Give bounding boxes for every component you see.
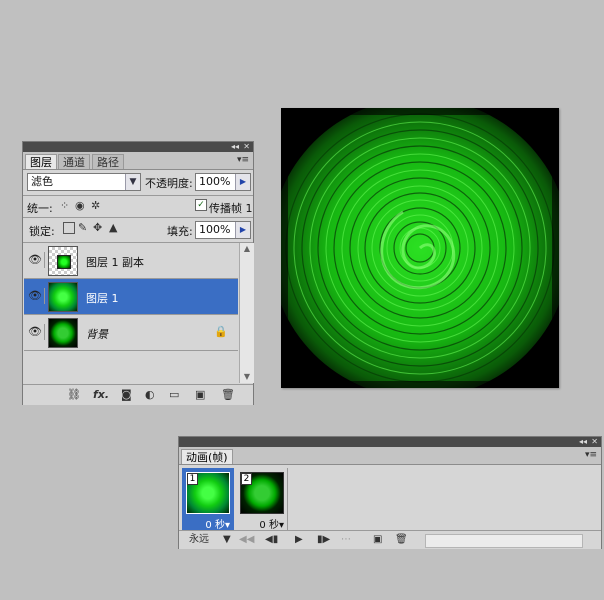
unify-visibility-icon[interactable]: ◉: [75, 200, 85, 212]
propagate-label: 传播帧 1: [209, 202, 253, 215]
tab-channels[interactable]: 通道: [58, 154, 90, 169]
scroll-down-icon[interactable]: ▼: [240, 371, 254, 383]
blend-mode-value: 滤色: [31, 175, 53, 188]
frame-number: 2: [241, 473, 252, 485]
link-icon[interactable]: ⛓: [67, 388, 81, 402]
lock-pixels-icon[interactable]: ✎: [78, 222, 87, 234]
opacity-label: 不透明度:: [145, 177, 193, 190]
first-frame-icon[interactable]: ◀◀: [239, 533, 254, 547]
spiral-image: [281, 108, 559, 388]
eye-icon[interactable]: 👁: [26, 324, 45, 340]
collapse-icon[interactable]: ◂◂: [579, 437, 587, 447]
layers-panel: ◂◂ ✕ 图层 通道 路径 ▾≡ 滤色 ▼ 不透明度: 100% ▶ 统一: ⁘…: [22, 141, 254, 405]
opacity-slider-icon[interactable]: ▶: [235, 174, 250, 190]
close-icon[interactable]: ✕: [591, 437, 598, 447]
loop-select[interactable]: 永远: [189, 533, 209, 547]
trash-icon[interactable]: 🗑: [221, 388, 235, 402]
frames-scrollbar[interactable]: [425, 534, 583, 548]
new-layer-icon[interactable]: ▣: [195, 388, 205, 402]
fill-value: 100%: [199, 223, 231, 236]
opacity-value: 100%: [199, 175, 231, 188]
layer-name[interactable]: 图层 1 副本: [86, 254, 144, 270]
panel-titlebar[interactable]: ◂◂ ✕: [23, 142, 253, 152]
fill-field[interactable]: 100% ▶: [195, 221, 251, 239]
tab-layers[interactable]: 图层: [25, 154, 57, 169]
layer-row[interactable]: 👁 背景 🔒: [24, 315, 238, 351]
lock-position-icon[interactable]: ✥: [93, 222, 102, 234]
chevron-down-icon[interactable]: ▼: [223, 533, 231, 547]
tab-paths[interactable]: 路径: [92, 154, 124, 169]
mask-icon[interactable]: ◙: [121, 388, 132, 402]
frame-delay[interactable]: 0 秒▾: [205, 516, 230, 531]
layer-name[interactable]: 图层 1: [86, 290, 119, 306]
opacity-field[interactable]: 100% ▶: [195, 173, 251, 191]
frame-2[interactable]: 2 0 秒▾: [236, 468, 288, 534]
animation-tabs: 动画(帧) ▾≡: [179, 447, 601, 465]
close-icon[interactable]: ✕: [243, 142, 250, 152]
layer-name[interactable]: 背景: [86, 326, 108, 342]
lock-transparency-icon[interactable]: [63, 222, 75, 234]
propagate-checkbox[interactable]: ✓: [195, 199, 207, 211]
previous-frame-icon[interactable]: ◀▮: [265, 533, 278, 547]
layer-row-selected[interactable]: 👁 图层 1: [24, 279, 238, 315]
fill-label: 填充:: [167, 225, 193, 238]
folder-icon[interactable]: ▭: [169, 388, 179, 402]
fx-icon[interactable]: fx.: [93, 388, 109, 402]
layers-bottom-toolbar: ⛓ fx. ◙ ◐ ▭ ▣ 🗑: [23, 384, 253, 405]
layers-scrollbar[interactable]: ▲ ▼: [239, 243, 254, 383]
layers-tabs: 图层 通道 路径 ▾≡: [23, 152, 253, 170]
frame-delay[interactable]: 0 秒▾: [259, 516, 284, 531]
layer-thumbnail: [48, 318, 78, 348]
panel-titlebar[interactable]: ◂◂ ✕: [179, 437, 601, 447]
frame-number: 1: [187, 473, 198, 485]
frame-1[interactable]: 1 0 秒▾: [182, 468, 234, 534]
chevron-down-icon: ▼: [125, 174, 140, 190]
layer-row[interactable]: 👁 图层 1 副本: [24, 243, 238, 279]
tween-icon[interactable]: ⋯: [341, 533, 351, 547]
blend-mode-select[interactable]: 滤色 ▼: [27, 173, 141, 191]
layer-thumbnail: [48, 246, 78, 276]
trash-icon[interactable]: 🗑: [395, 533, 408, 547]
eye-icon[interactable]: 👁: [26, 288, 45, 304]
duplicate-frame-icon[interactable]: ▣: [373, 533, 382, 547]
next-frame-icon[interactable]: ▮▶: [317, 533, 330, 547]
lock-icon: 🔒: [214, 325, 228, 338]
animation-panel: ◂◂ ✕ 动画(帧) ▾≡ 1 0 秒▾ 2 0 秒▾ 永远 ▼ ◀◀ ◀▮ ▶…: [178, 436, 602, 549]
collapse-icon[interactable]: ◂◂: [231, 142, 239, 152]
tab-animation[interactable]: 动画(帧): [181, 449, 233, 464]
lock-label: 锁定:: [29, 225, 55, 238]
eye-icon[interactable]: 👁: [26, 252, 45, 268]
scroll-up-icon[interactable]: ▲: [240, 243, 254, 255]
unify-style-icon[interactable]: ✲: [91, 200, 100, 212]
play-icon[interactable]: ▶: [295, 533, 303, 547]
adjustment-icon[interactable]: ◐: [145, 388, 155, 402]
layer-thumbnail: [48, 282, 78, 312]
panel-menu-icon[interactable]: ▾≡: [237, 155, 249, 165]
lock-all-icon[interactable]: ▲: [109, 222, 117, 234]
animation-toolbar: 永远 ▼ ◀◀ ◀▮ ▶ ▮▶ ⋯ ▣ 🗑: [179, 530, 601, 549]
panel-menu-icon[interactable]: ▾≡: [585, 450, 597, 460]
canvas-image[interactable]: [281, 108, 559, 388]
unify-label: 统一:: [27, 202, 53, 215]
unify-position-icon[interactable]: ⁘: [60, 200, 69, 212]
fill-slider-icon[interactable]: ▶: [235, 222, 250, 238]
loop-value: 永远: [189, 534, 209, 545]
